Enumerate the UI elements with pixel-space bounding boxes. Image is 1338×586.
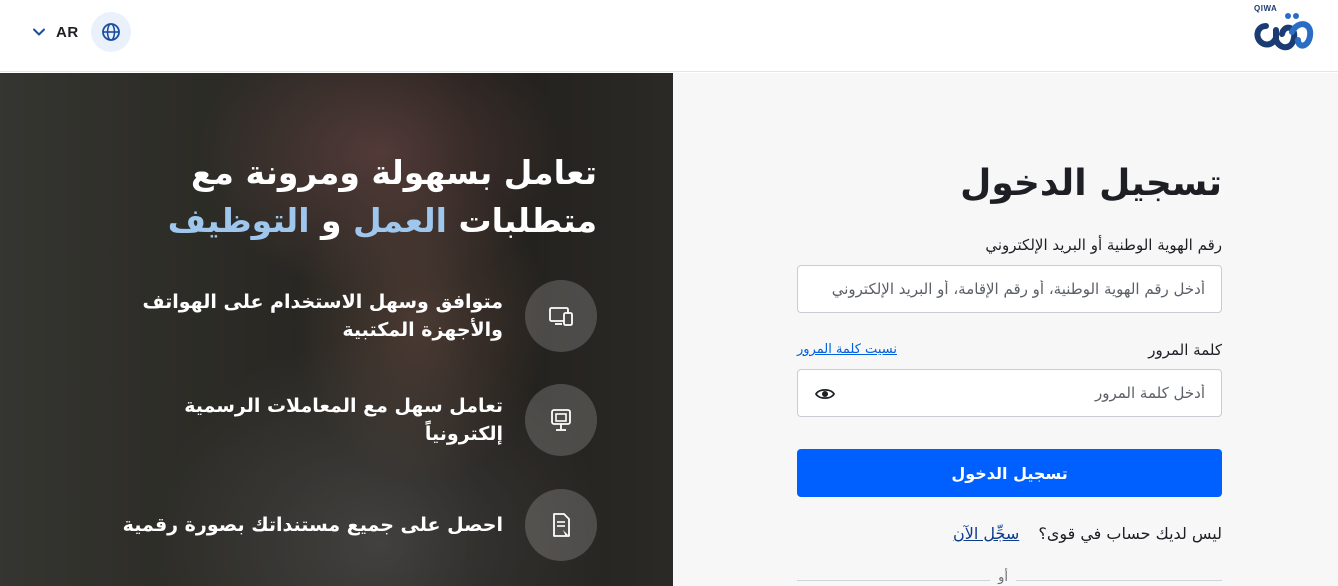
login-panel: تسجيل الدخول رقم الهوية الوطنية أو البري… — [673, 73, 1338, 586]
hero-title: تعامل بسهولة ومرونة مع متطلبات العمل و ا… — [77, 149, 597, 245]
feature-item-documents: احصل على جميع مستنداتك بصورة رقمية — [97, 489, 597, 561]
transactions-icon — [525, 384, 597, 456]
hero-title-line1: تعامل بسهولة ومرونة مع — [191, 153, 597, 192]
globe-icon[interactable] — [90, 12, 131, 52]
top-header: AR QIWA — [0, 0, 1338, 72]
document-icon — [525, 489, 597, 561]
id-input-box[interactable] — [797, 265, 1222, 313]
feature-item-devices: متوافق وسهل الاستخدام على الهواتف والأجه… — [97, 280, 597, 352]
hero-title-line2: متطلبات العمل و التوظيف — [77, 197, 597, 245]
feature-item-transactions: تعامل سهل مع المعاملات الرسمية إلكترونيا… — [97, 384, 597, 456]
password-input-box[interactable] — [797, 369, 1222, 417]
chevron-down-icon[interactable] — [32, 25, 46, 39]
page-title: تسجيل الدخول — [960, 163, 1222, 204]
register-link[interactable]: سجِّل الآن — [953, 524, 1019, 543]
forgot-password-link[interactable]: نسيت كلمة المرور — [797, 342, 897, 357]
signup-prompt: ليس لديك حساب في قوى؟ سجِّل الآن — [953, 524, 1222, 543]
show-password-icon[interactable] — [814, 383, 836, 405]
id-label: رقم الهوية الوطنية أو البريد الإلكتروني — [985, 236, 1222, 254]
no-account-text: ليس لديك حساب في قوى؟ — [1038, 524, 1222, 543]
hero-title-accent-employment: التوظيف — [167, 201, 310, 240]
hero-panel: تعامل بسهولة ومرونة مع متطلبات العمل و ا… — [0, 73, 673, 586]
hero-title-accent-work: العمل — [353, 201, 447, 240]
password-input[interactable] — [798, 370, 1221, 416]
feature-text-devices: متوافق وسهل الاستخدام على الهواتف والأجه… — [142, 291, 503, 341]
id-input[interactable] — [798, 266, 1221, 312]
devices-icon — [525, 280, 597, 352]
logo-text: QIWA — [1254, 4, 1278, 13]
login-button[interactable]: تسجيل الدخول — [797, 449, 1222, 497]
hero-title-prefix: متطلبات — [458, 201, 597, 240]
hero-title-and: و — [321, 201, 342, 240]
feature-text-documents: احصل على جميع مستنداتك بصورة رقمية — [122, 514, 503, 536]
qiwa-logo[interactable]: QIWA — [1252, 4, 1316, 60]
language-label[interactable]: AR — [56, 24, 79, 41]
password-label: كلمة المرور — [1148, 341, 1222, 359]
feature-text-transactions: تعامل سهل مع المعاملات الرسمية إلكترونيا… — [184, 395, 503, 445]
or-text: أو — [990, 570, 1016, 585]
language-switcher[interactable]: AR — [32, 12, 131, 52]
